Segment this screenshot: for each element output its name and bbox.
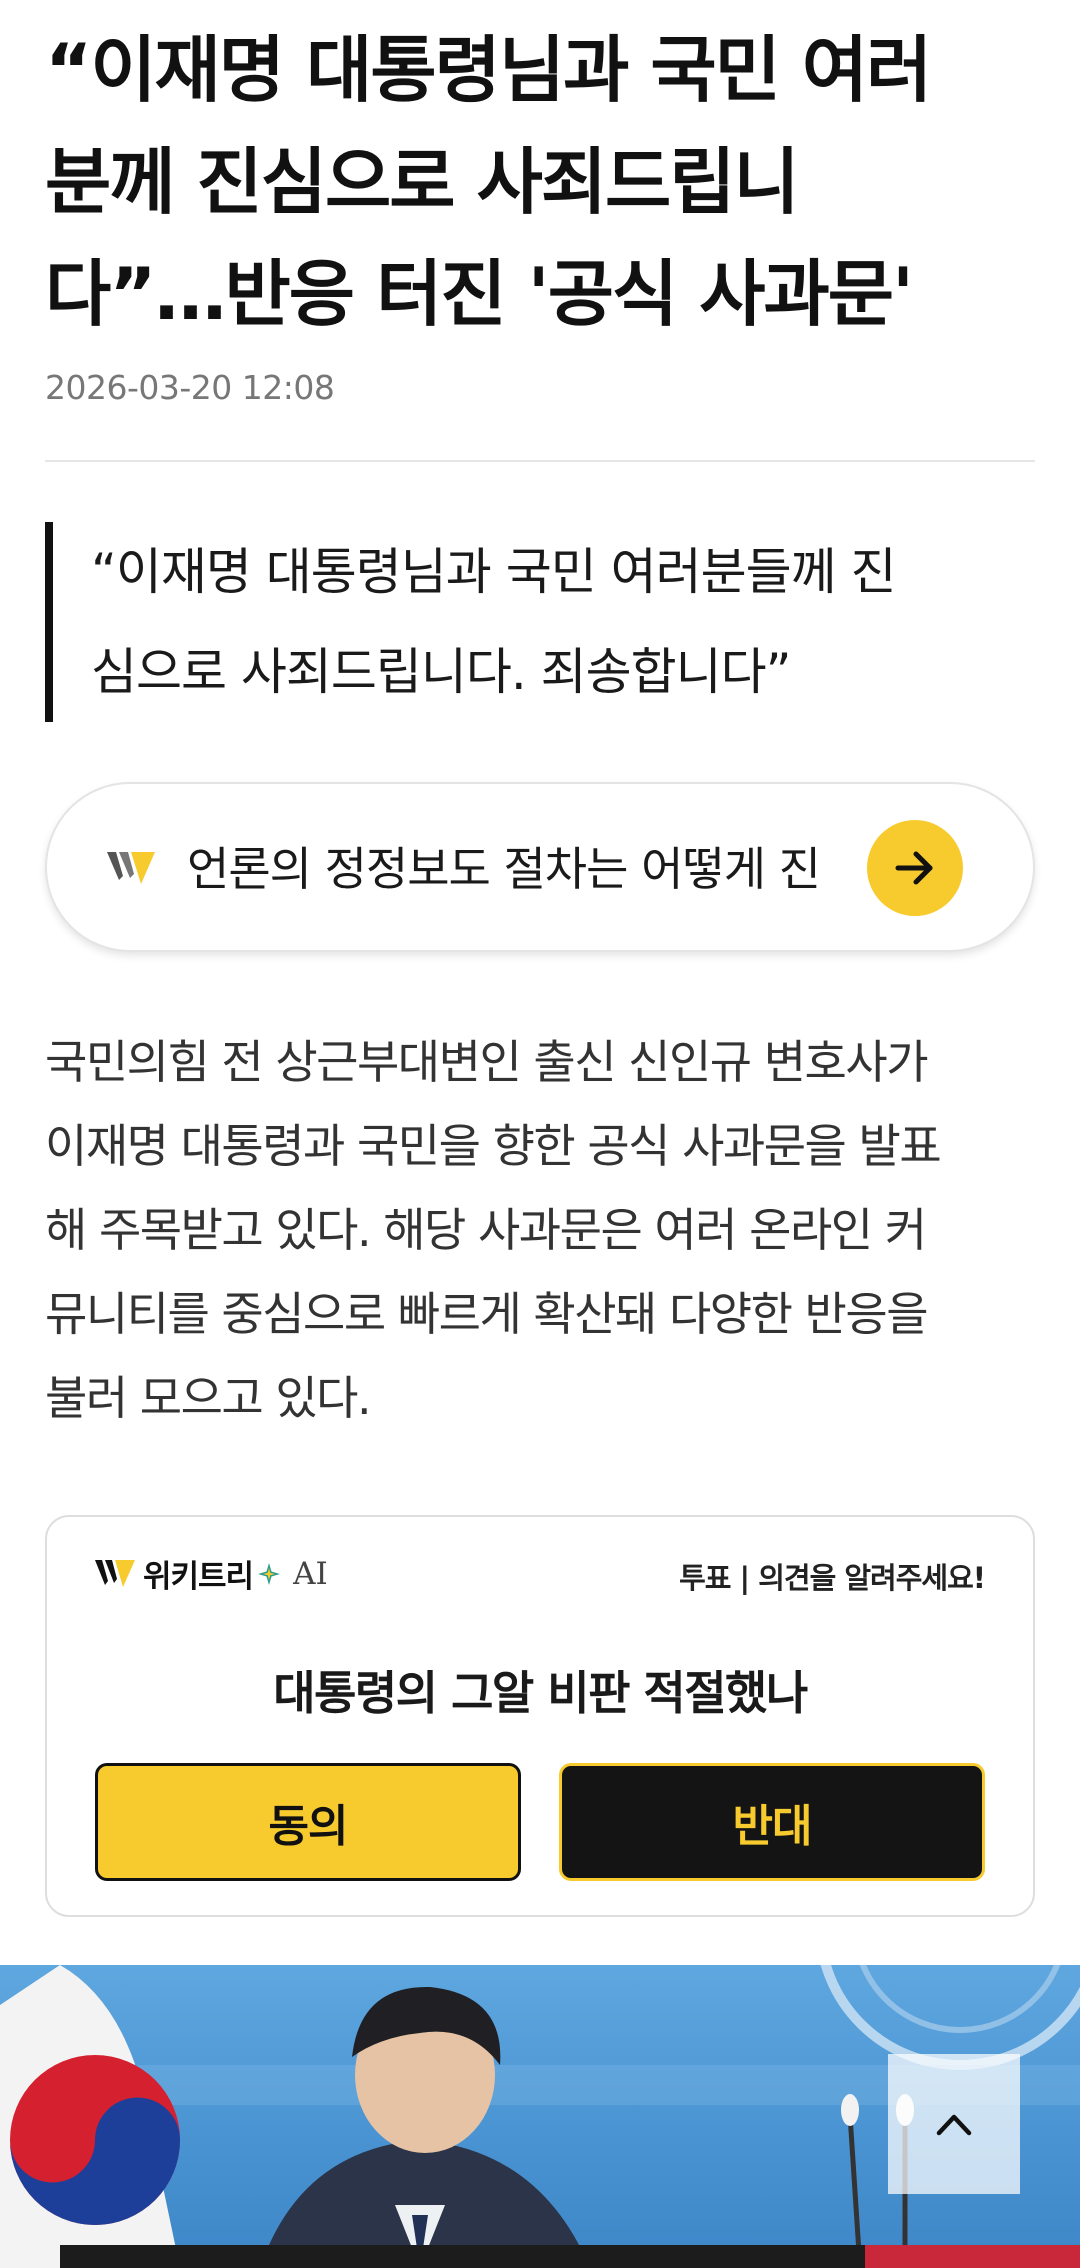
publish-date: 2026-03-20 12:08: [45, 368, 335, 407]
article-headline: “이재명 대통령님과 국민 여러 분께 진심으로 사죄드립니 다”…반응 터진 …: [45, 14, 1035, 350]
correction-banner-text: 언론의 정정보도 절차는 어떻게 진: [187, 842, 821, 896]
correction-go-button[interactable]: [867, 820, 963, 916]
body-line: 해 주목받고 있다. 해당 사과문은 여러 온라인 커: [45, 1203, 927, 1257]
quote-line: 심으로 사죄드립니다. 죄송합니다”: [91, 643, 792, 701]
brand-ai-label: AI: [293, 1555, 328, 1592]
oppose-button[interactable]: 반대: [559, 1763, 985, 1881]
headline-line: 다”…반응 터진 '공식 사과문': [45, 252, 914, 336]
agree-button[interactable]: 동의: [95, 1763, 521, 1881]
sparkle-icon: [258, 1562, 281, 1585]
poll-question: 대통령의 그알 비판 적절했나: [273, 1666, 808, 1720]
headline-line: 분께 진심으로 사죄드립니: [45, 140, 800, 224]
chevron-up-icon: [936, 2114, 972, 2136]
divider: [45, 460, 1035, 462]
wikitree-logo-icon: [107, 850, 157, 886]
headline-line: “이재명 대통령님과 국민 여러: [45, 28, 932, 112]
arrow-right-icon: [895, 851, 933, 885]
quote-line: “이재명 대통령님과 국민 여러분들께 진: [91, 543, 896, 601]
article-body: 국민의힘 전 상근부대변인 출신 신인규 변호사가 이재명 대통령과 국민을 향…: [45, 1020, 1040, 1440]
body-line: 뮤니티를 중심으로 빠르게 확산돼 다양한 반응을: [45, 1287, 929, 1341]
scroll-to-top-button[interactable]: [888, 2054, 1020, 2194]
brand-name: 위키트리: [143, 1559, 254, 1595]
poll-card: 위키트리 AI 투표 | 의견을 알려주세요! 대통령의 그알 비판 적절했나 …: [45, 1515, 1035, 1917]
body-line: 이재명 대통령과 국민을 향한 공식 사과문을 발표: [45, 1119, 942, 1173]
body-line: 불러 모으고 있다.: [45, 1371, 372, 1425]
poll-brand: 위키트리 AI: [95, 1551, 328, 1596]
body-line: 국민의힘 전 상근부대변인 출신 신인규 변호사가: [45, 1035, 929, 1089]
correction-banner[interactable]: 언론의 정정보도 절차는 어떻게 진: [45, 782, 1035, 952]
wikitree-logo-icon: [95, 1559, 135, 1587]
poll-tag: 투표 | 의견을 알려주세요!: [679, 1561, 986, 1595]
pull-quote: “이재명 대통령님과 국민 여러분들께 진 심으로 사죄드립니다. 죄송합니다”: [45, 522, 1035, 722]
